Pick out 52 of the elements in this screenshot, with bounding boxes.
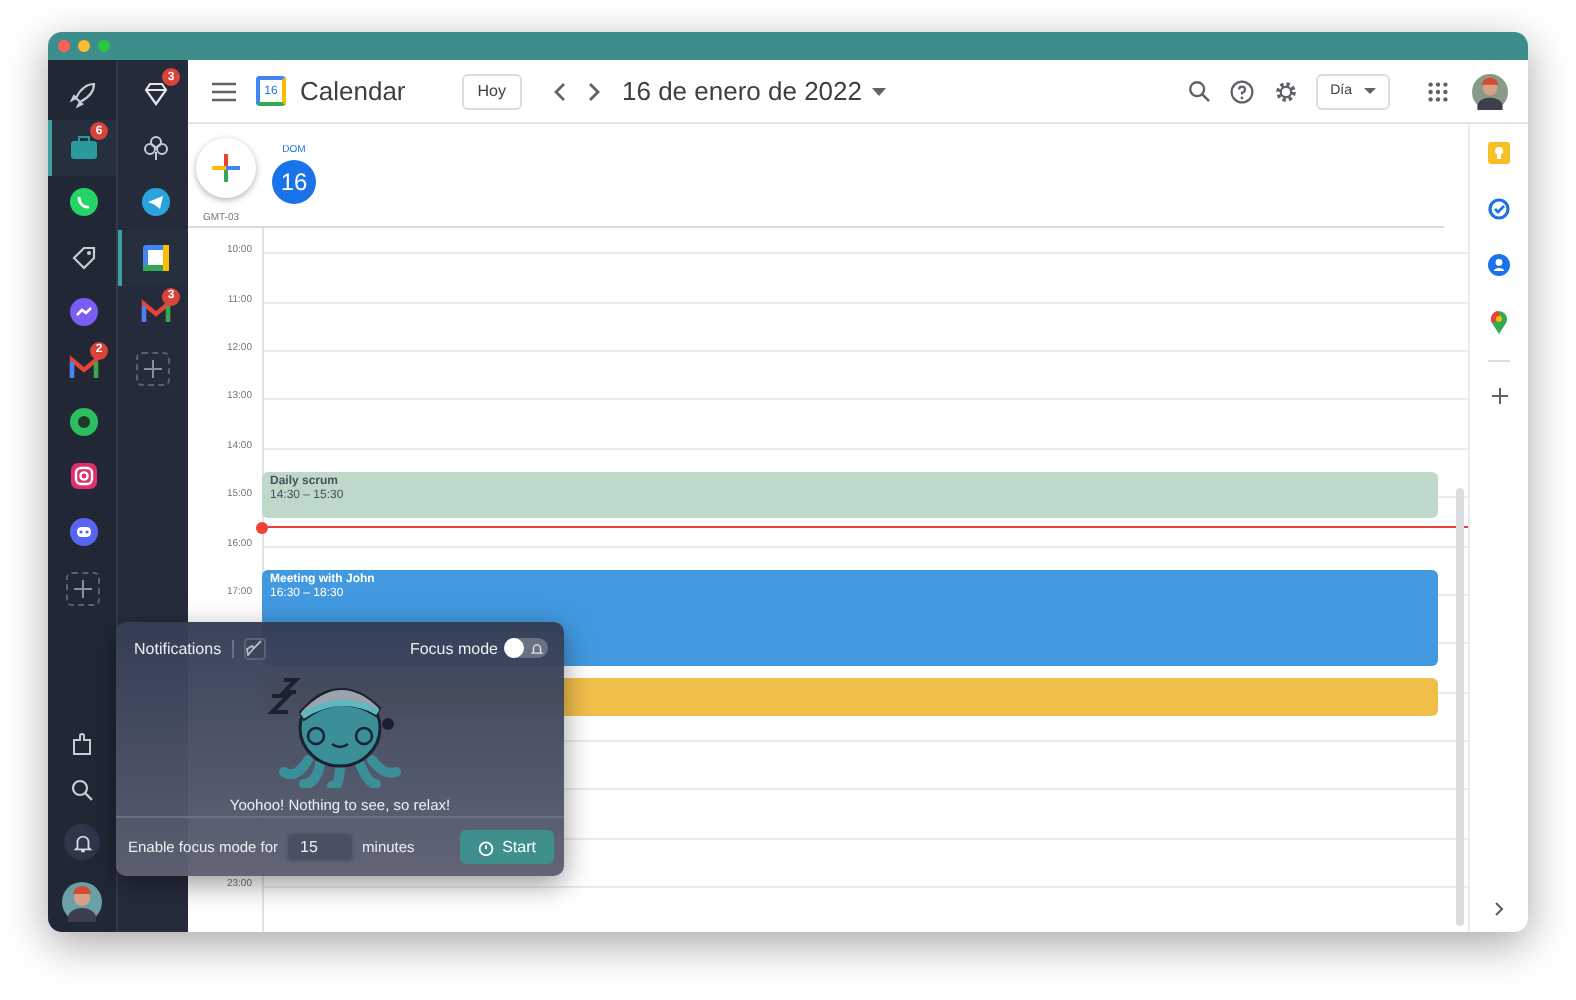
app-button[interactable]: [118, 230, 188, 286]
start-button[interactable]: Start: [460, 830, 554, 864]
broom-icon: [246, 640, 263, 656]
date-dropdown[interactable]: 16 de enero de 2022: [618, 76, 890, 106]
contact-icon[interactable]: [1488, 254, 1510, 276]
focus-mode-label: Focus mode: [409, 639, 498, 657]
tag-icon: [68, 241, 100, 274]
diamond-icon: [139, 77, 171, 110]
whatsapp-icon: [68, 186, 100, 219]
previous-icon[interactable]: [552, 81, 568, 101]
task-icon[interactable]: [1488, 198, 1510, 220]
telegram-icon: [139, 186, 171, 219]
chevron-right-icon[interactable]: [1494, 902, 1504, 916]
notifications-button[interactable]: [64, 824, 100, 860]
caret-icon: [872, 87, 886, 95]
search-icon[interactable]: [70, 778, 94, 802]
plus-icon: [144, 359, 162, 378]
today-button[interactable]: Hoy: [461, 73, 522, 109]
apps-grid-icon[interactable]: [1428, 81, 1448, 101]
clear-button[interactable]: [243, 637, 266, 659]
map-pin-icon[interactable]: [1490, 310, 1508, 334]
plus-icon[interactable]: [1491, 388, 1507, 404]
app-name: Calendar: [300, 76, 406, 106]
create-button[interactable]: [196, 137, 256, 197]
search-icon[interactable]: [1188, 80, 1211, 102]
minutes-input[interactable]: 15: [286, 832, 355, 862]
clover-icon: [139, 132, 171, 165]
next-icon[interactable]: [586, 81, 602, 101]
bell-icon: [530, 641, 544, 655]
menu-icon[interactable]: [212, 81, 236, 101]
plus-icon: [212, 153, 240, 181]
plus-icon: [73, 579, 91, 598]
scrollbar[interactable]: [1456, 488, 1464, 926]
discord-icon: [68, 515, 100, 548]
calendar-icon: [139, 241, 171, 274]
add-app-button[interactable]: [136, 351, 170, 386]
briefcase-icon: [68, 132, 100, 165]
settings-icon[interactable]: [1274, 79, 1299, 103]
messenger-icon: [68, 296, 100, 329]
instagram-icon: [68, 460, 100, 493]
add-app-button[interactable]: [65, 571, 99, 606]
caret-icon: [1364, 88, 1376, 94]
day-number[interactable]: 16: [272, 159, 316, 203]
evernote-icon: [68, 406, 100, 439]
timer-icon: [478, 839, 495, 855]
help-icon[interactable]: [1230, 79, 1255, 103]
user-avatar[interactable]: [1472, 73, 1508, 109]
panel-title: Notifications: [134, 639, 222, 657]
bell-icon: [71, 831, 93, 853]
focus-mode-toggle[interactable]: [504, 638, 548, 658]
rocket-icon: [68, 77, 100, 110]
user-avatar[interactable]: [62, 882, 102, 922]
